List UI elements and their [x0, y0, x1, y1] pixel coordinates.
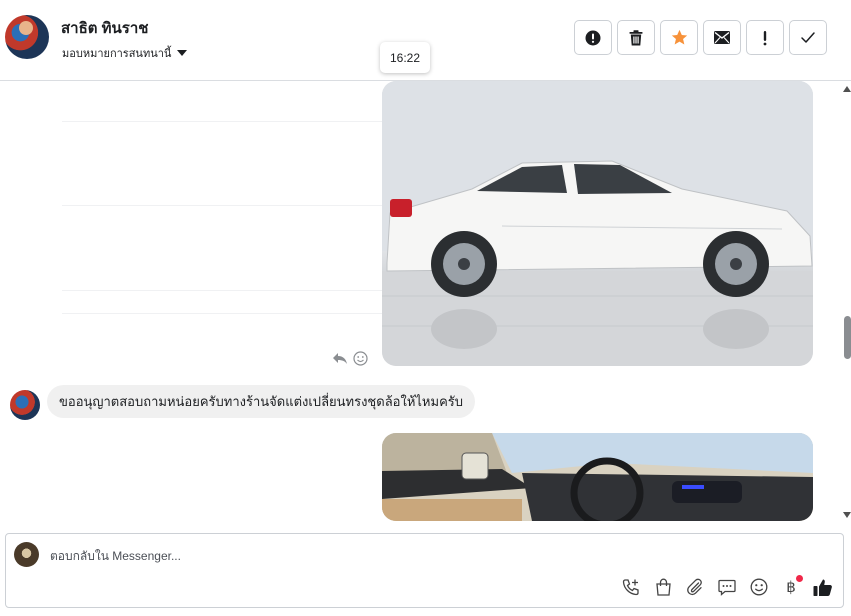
user-name[interactable]: สาธิต ทินราช — [61, 16, 148, 40]
divider — [62, 121, 382, 122]
timestamp-tooltip: 16:22 — [380, 42, 430, 73]
call-button[interactable] — [620, 576, 642, 598]
sedan-illustration — [382, 81, 813, 366]
header-actions — [574, 20, 827, 55]
payment-button[interactable]: ฿ — [780, 575, 803, 598]
speech-bubble-icon — [718, 579, 736, 596]
react-smiley-icon[interactable] — [353, 351, 368, 366]
message-image-sedan[interactable] — [382, 81, 813, 366]
car-interior-illustration — [382, 433, 813, 521]
thumbs-up-icon — [813, 579, 832, 596]
attach-button[interactable] — [684, 576, 706, 598]
shop-button[interactable] — [652, 576, 674, 598]
smiley-icon — [750, 578, 768, 596]
message-thread[interactable]: ขออนุญาตสอบถามหน่อยครับทางร้านจัดแต่งเปล… — [0, 81, 851, 521]
mark-unread-button[interactable] — [703, 20, 741, 55]
exclamation-icon — [763, 30, 767, 45]
reply-input[interactable] — [50, 547, 810, 565]
star-button[interactable] — [660, 20, 698, 55]
message-actions — [332, 351, 368, 366]
check-icon — [801, 32, 815, 43]
baht-icon: ฿ — [786, 578, 796, 596]
paperclip-icon — [687, 578, 702, 596]
envelope-icon — [714, 31, 730, 44]
alert-circle-icon — [585, 30, 601, 45]
divider — [62, 290, 382, 291]
delete-button[interactable] — [617, 20, 655, 55]
phone-plus-icon — [622, 579, 639, 596]
star-icon — [671, 29, 687, 45]
emoji-button[interactable] — [748, 576, 770, 598]
assign-label: มอบหมายการสนทนานี้ — [62, 48, 172, 60]
shopping-bag-icon — [655, 578, 671, 596]
message-image-interior[interactable] — [382, 433, 813, 521]
sender-avatar[interactable] — [10, 390, 40, 420]
composer-tools: ฿ — [620, 575, 834, 598]
assign-conversation-dropdown[interactable]: มอบหมายการสนทนานี้ — [62, 44, 188, 62]
notification-dot — [796, 575, 803, 582]
saved-replies-button[interactable] — [716, 576, 738, 598]
page-avatar — [14, 542, 39, 567]
mark-done-button[interactable] — [789, 20, 827, 55]
scrollbar-thumb[interactable] — [844, 316, 851, 359]
trash-icon — [629, 29, 643, 45]
caret-down-icon — [177, 50, 188, 56]
message-bubble[interactable]: ขออนุญาตสอบถามหน่อยครับทางร้านจัดแต่งเปล… — [47, 385, 475, 418]
scroll-down-arrow[interactable] — [843, 512, 851, 518]
like-button[interactable] — [812, 576, 834, 598]
divider — [62, 205, 382, 206]
follow-up-button[interactable] — [746, 20, 784, 55]
divider — [62, 313, 382, 314]
reply-icon[interactable] — [332, 351, 348, 366]
scroll-up-arrow[interactable] — [843, 86, 851, 92]
reply-composer: ฿ — [5, 533, 844, 608]
user-avatar[interactable] — [5, 15, 49, 59]
spam-button[interactable] — [574, 20, 612, 55]
